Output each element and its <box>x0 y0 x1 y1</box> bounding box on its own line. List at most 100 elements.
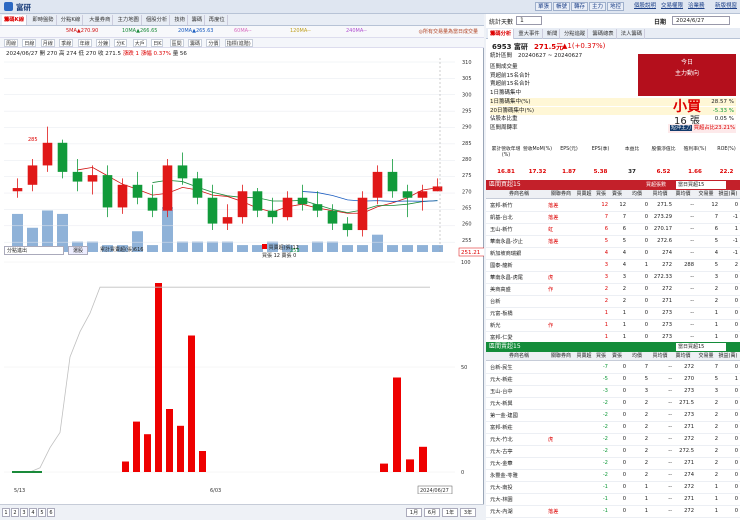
column-header[interactable]: 損益(萬) <box>718 190 738 199</box>
broker-name[interactable]: 玉山-新竹 <box>490 226 548 233</box>
broker-name[interactable]: 元大-金華 <box>490 460 548 467</box>
period-tab-5[interactable]: 分鐘 <box>96 39 111 47</box>
page-6[interactable]: 6 <box>47 508 55 517</box>
top-link-2[interactable]: 洽業務 <box>688 2 705 11</box>
period-tab-9[interactable]: 區間 <box>169 39 184 47</box>
table-row[interactable]: 新光作 1 1 0 273 -- 1 0 <box>486 320 740 332</box>
broker-name[interactable]: 元大-林園 <box>490 496 548 503</box>
table-row[interactable]: 華南永昌-汐止 落差 5 5 0 272.6 -- 5 -1 <box>486 236 740 248</box>
buy-sort[interactable]: 買超張數 <box>646 180 666 190</box>
sell-filter[interactable]: 當日買超15 <box>676 343 726 351</box>
broker-name[interactable]: 凱基-台北 <box>490 214 548 221</box>
column-header[interactable]: 均價 <box>626 190 648 199</box>
broker-name[interactable]: 永豐金-苓雅 <box>490 472 548 479</box>
top-link-1[interactable]: 交易權限 <box>661 2 683 11</box>
broker-name[interactable]: 富邦-新莊 <box>490 424 548 431</box>
range-0[interactable]: 1月 <box>406 508 422 517</box>
column-header[interactable]: 券商名稱 <box>490 190 548 199</box>
top-button-1[interactable]: 帳號 <box>553 2 571 11</box>
period-tab-6[interactable]: 分K <box>114 39 127 47</box>
column-header[interactable]: 買均價 <box>648 352 672 361</box>
period-tab-10[interactable]: 籌碼 <box>188 39 203 47</box>
table-row[interactable]: 第一金-建國 -2 0 2 -- 273 2 0 <box>486 410 740 422</box>
period-tab-8[interactable]: 日K <box>151 39 164 47</box>
range-3[interactable]: 3年 <box>460 508 476 517</box>
chart-tab-8[interactable]: 再度位 <box>207 15 228 25</box>
period-tab-11[interactable]: 分價 <box>206 39 221 47</box>
table-row[interactable]: 元大-新莊 -5 0 5 -- 270 5 1 <box>486 374 740 386</box>
broker-name[interactable]: 美商高盛 <box>490 286 548 293</box>
table-row[interactable]: 台新-民生 -7 0 7 -- 272 7 0 <box>486 362 740 374</box>
table-row[interactable]: 元富-板橋 1 1 0 273 -- 1 0 <box>486 308 740 320</box>
table-row[interactable]: 元大-南投 -1 0 1 -- 272 1 0 <box>486 482 740 494</box>
broker-name[interactable]: 台新-民生 <box>490 364 548 371</box>
column-header[interactable]: 買張 <box>594 352 608 361</box>
broker-name[interactable]: 元大-竹北 <box>490 436 548 443</box>
broker-name[interactable]: 台新 <box>490 298 548 305</box>
table-row[interactable]: 美商高盛作 2 2 0 272 -- 2 0 <box>486 284 740 296</box>
column-header[interactable]: 買張 <box>594 190 608 199</box>
table-row[interactable]: 玉山-新竹虹 6 6 0 270.17 -- 6 1 <box>486 224 740 236</box>
top-button-2[interactable]: 轉存 <box>571 2 589 11</box>
top-link-3[interactable]: 新版視窗 <box>715 2 737 11</box>
broker-name[interactable]: 元大-古亭 <box>490 448 548 455</box>
period-tab-3[interactable]: 季線 <box>59 39 74 47</box>
broker-name[interactable]: 元富-板橋 <box>490 310 548 317</box>
table-row[interactable]: 元大-古亭 -2 0 2 -- 272.5 2 0 <box>486 446 740 458</box>
column-header[interactable]: 損益(萬) <box>718 352 738 361</box>
column-header[interactable]: 關聯券商 <box>548 190 574 199</box>
table-row[interactable]: 凱基-台北 落差 7 7 0 273.29 -- 7 -1 <box>486 212 740 224</box>
table-row[interactable]: 富邦-新莊 -2 0 2 -- 271 2 0 <box>486 422 740 434</box>
table-row[interactable]: 新加坡商瑞銀 4 4 0 274 -- 4 -1 <box>486 248 740 260</box>
net-buy-chart[interactable]: 1005005/1320246/032024/06/27 <box>0 258 484 494</box>
broker-name[interactable]: 新加坡商瑞銀 <box>490 250 548 257</box>
column-header[interactable]: 賣均價 <box>672 190 694 199</box>
buy-filter[interactable]: 當日買超15 <box>676 181 726 189</box>
broker-name[interactable]: 華南永昌-虎尾 <box>490 274 548 281</box>
table-row[interactable]: 華南永昌-虎尾虎 3 3 0 272.33 -- 3 0 <box>486 272 740 284</box>
broker-name[interactable]: 國泰-龍新 <box>490 262 548 269</box>
period-tab-1[interactable]: 日線 <box>22 39 37 47</box>
broker-name[interactable]: 第一金-建國 <box>490 412 548 419</box>
subpanel-button[interactable]: 選股 <box>68 246 88 255</box>
period-tab-0[interactable]: 周線 <box>4 39 19 47</box>
top-button-0[interactable]: 單張 <box>535 2 553 11</box>
chart-tab-1[interactable]: 即時盤勢 <box>30 15 57 25</box>
page-4[interactable]: 4 <box>29 508 37 517</box>
top-link-0[interactable]: 個股說明 <box>634 2 656 11</box>
broker-name[interactable]: 玉山-台中 <box>490 388 548 395</box>
chart-tab-7[interactable]: 籌碼 <box>190 15 206 25</box>
column-header[interactable]: 買賣超 <box>574 190 594 199</box>
table-row[interactable]: 富邦-新竹 落差 12 12 0 271.5 -- 12 0 <box>486 200 740 212</box>
page-3[interactable]: 3 <box>20 508 28 517</box>
table-row[interactable]: 國泰-龍新 3 4 1 272 288 5 2 <box>486 260 740 272</box>
period-tab-12[interactable]: 指標(進階) <box>224 39 253 47</box>
broker-name[interactable]: 元大-南投 <box>490 484 548 491</box>
range-2[interactable]: 1年 <box>442 508 458 517</box>
broker-name[interactable]: 富邦-新竹 <box>490 202 548 209</box>
column-header[interactable]: 賣均價 <box>672 352 694 361</box>
broker-name[interactable]: 元大-內湖 <box>490 508 548 515</box>
table-row[interactable]: 玉山-台中 -3 0 3 -- 273 3 0 <box>486 386 740 398</box>
column-header[interactable]: 交易量 <box>694 352 718 361</box>
chart-tab-0[interactable]: 籌碼K線 <box>2 15 27 25</box>
page-5[interactable]: 5 <box>38 508 46 517</box>
chart-tab-6[interactable]: 技術 <box>172 15 188 25</box>
column-header[interactable]: 均價 <box>626 352 648 361</box>
page-2[interactable]: 2 <box>11 508 19 517</box>
subpanel-select[interactable]: 分點進出 <box>4 246 64 255</box>
range-1[interactable]: 6月 <box>424 508 440 517</box>
table-row[interactable]: 台新 2 2 0 271 -- 2 0 <box>486 296 740 308</box>
broker-name[interactable]: 新光 <box>490 322 548 329</box>
period-tab-7[interactable]: 大戶 <box>132 39 147 47</box>
chart-tab-2[interactable]: 分點K線 <box>59 15 84 25</box>
broker-name[interactable]: 華南永昌-汐止 <box>490 238 548 245</box>
period-tab-4[interactable]: 年線 <box>77 39 92 47</box>
broker-name[interactable]: 元大-新莊 <box>490 376 548 383</box>
top-button-3[interactable]: 主力 <box>589 2 607 11</box>
chart-tab-5[interactable]: 個股分析 <box>144 15 171 25</box>
column-header[interactable]: 賣張 <box>608 190 626 199</box>
broker-name[interactable]: 富邦-仁愛 <box>490 334 548 341</box>
broker-name[interactable]: 元大-新興 <box>490 400 548 407</box>
column-header[interactable]: 買均價 <box>648 190 672 199</box>
